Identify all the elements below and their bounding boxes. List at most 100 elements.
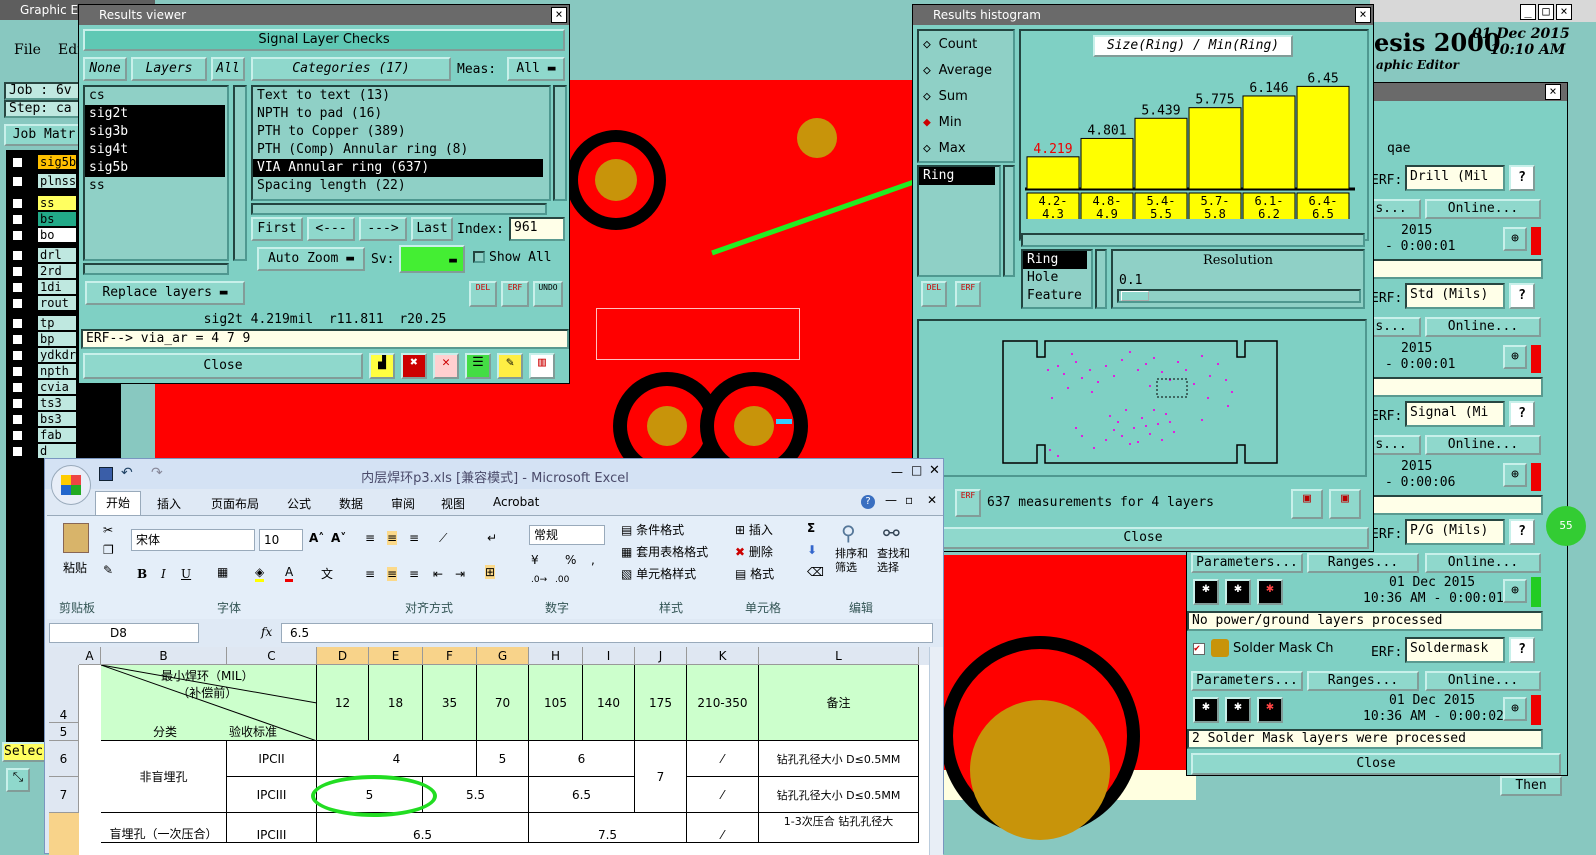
header-diag-cell[interactable]: 最小焊环（MIL） （补偿前） 分类 验收标准	[101, 665, 317, 741]
number-format-select[interactable]: 常规	[529, 525, 605, 545]
help-icon[interactable]: ?	[861, 495, 875, 509]
layer-row[interactable]: cvia	[38, 380, 76, 394]
sheet-vscrollbar[interactable]	[929, 647, 943, 855]
formula-input[interactable]: 6.5	[281, 623, 933, 643]
layer-row[interactable]: rout	[38, 296, 76, 310]
meas-select[interactable]: All ▬	[507, 57, 565, 81]
list-item[interactable]: Ring	[1023, 251, 1087, 269]
layer-row[interactable]: d	[38, 444, 76, 458]
prev-button[interactable]: <---	[307, 217, 355, 241]
border-icon[interactable]: ▦	[217, 565, 228, 579]
layer-row[interactable]: bp	[38, 332, 76, 346]
cell-r6-g[interactable]: 5	[477, 741, 529, 777]
list-item[interactable]: cs	[85, 87, 227, 105]
find-select-icon[interactable]: ⚯	[883, 521, 900, 545]
zoom-button[interactable]: ⊕	[1503, 463, 1527, 487]
header-value[interactable]: 70	[477, 665, 529, 741]
summary-erf-button[interactable]: ERF	[955, 489, 981, 517]
stop-button[interactable]: ✱	[1257, 697, 1283, 723]
tab-view[interactable]: 视图	[441, 495, 465, 512]
last-button[interactable]: Last	[411, 217, 453, 241]
sum-icon[interactable]: Σ	[807, 521, 815, 535]
export-button-2[interactable]: ▣	[1329, 489, 1361, 519]
cell-style-button[interactable]: ▧ 单元格样式	[621, 565, 696, 582]
cell-r7-l[interactable]: 钻孔孔径大小 D≤0.5MM	[759, 777, 919, 813]
tool-icon-4[interactable]: ☰	[465, 353, 491, 379]
del-button[interactable]: DEL	[469, 281, 497, 307]
cell-j[interactable]: 7	[635, 741, 687, 813]
help-button[interactable]: ?	[1509, 165, 1535, 191]
category-list[interactable]: Text to text (13) NPTH to pad (16) PTH t…	[251, 85, 551, 201]
underline-button[interactable]: U	[181, 567, 191, 581]
layer-row[interactable]: npth	[38, 364, 76, 378]
col-header[interactable]: G	[477, 647, 529, 665]
erf-field[interactable]: Soldermask	[1405, 637, 1505, 663]
cell-r8-k[interactable]: ⁄	[687, 813, 759, 843]
align-center-icon[interactable]: ≡	[387, 567, 398, 581]
col-header[interactable]: D	[317, 647, 369, 665]
zoom-button[interactable]: ⊕	[1503, 579, 1527, 603]
help-button[interactable]: ?	[1509, 519, 1535, 545]
category-scrollbar[interactable]	[553, 85, 567, 201]
font-color-icon[interactable]: A	[285, 565, 294, 582]
decimal-inc-icon[interactable]: .0→	[531, 575, 547, 585]
indent-decrease-icon[interactable]: ⇤	[433, 567, 443, 581]
layer-row[interactable]: 1di	[38, 280, 76, 294]
online-button[interactable]: Online...	[1425, 435, 1541, 455]
align-top-icon[interactable]: ≡	[365, 531, 375, 545]
col-header[interactable]: A	[79, 647, 101, 665]
next-button[interactable]: --->	[359, 217, 407, 241]
tab-layout[interactable]: 页面布局	[211, 495, 259, 512]
board-preview[interactable]	[1001, 339, 1283, 467]
histogram-bar[interactable]	[1026, 156, 1080, 190]
currency-icon[interactable]: ¥	[531, 553, 539, 567]
checklist-close-button[interactable]: Close	[1191, 753, 1561, 775]
resolution-slider[interactable]	[1117, 289, 1361, 303]
ribbon-restore-icon[interactable]: ▫	[905, 493, 913, 507]
stop-button[interactable]: ✱	[1257, 579, 1283, 605]
copy-icon[interactable]: ❐	[103, 543, 114, 557]
comma-icon[interactable]: ,	[591, 553, 595, 567]
percent-icon[interactable]: %	[565, 553, 576, 567]
list-item[interactable]: ss	[85, 177, 227, 195]
layer-row[interactable]: fab	[38, 428, 76, 442]
export-button-1[interactable]: ▣	[1291, 489, 1323, 519]
histogram-close-button[interactable]: Close	[917, 527, 1369, 549]
layer-row[interactable]: ts3	[38, 396, 76, 410]
layer-row[interactable]: ss	[38, 196, 76, 210]
layer-row[interactable]: sig5b	[38, 155, 76, 169]
tool-icon-3[interactable]: ✕	[433, 353, 459, 379]
help-button[interactable]: ?	[1509, 283, 1535, 309]
hist-del-button[interactable]: DEL	[921, 281, 947, 307]
option-average[interactable]: ◇ Average	[923, 63, 992, 78]
fill-color-icon[interactable]: ◈	[255, 565, 265, 582]
list-item[interactable]: Ring	[919, 167, 995, 185]
layer-row[interactable]: bs	[38, 212, 76, 226]
then-button[interactable]: Then	[1500, 776, 1562, 796]
close-icon[interactable]: ×	[1556, 4, 1572, 20]
erf-field[interactable]: Signal (Mi	[1405, 401, 1505, 427]
run-button[interactable]: ✱	[1193, 579, 1219, 605]
merge-icon[interactable]: ⊞	[485, 565, 496, 579]
job-matrix-button[interactable]: Job Matr	[4, 124, 84, 146]
cell-r8-b[interactable]: 盲埋孔（一次压合）	[101, 813, 227, 843]
col-header[interactable]: F	[423, 647, 477, 665]
ribbon-min-icon[interactable]: —	[885, 493, 897, 507]
cell-r8-c[interactable]: IPCIII	[227, 813, 317, 843]
font-size-select[interactable]: 10	[259, 529, 303, 551]
maximize-icon[interactable]: □	[1538, 4, 1554, 20]
list-item[interactable]: sig5b	[85, 159, 225, 177]
list-item[interactable]: sig2t	[85, 105, 225, 123]
sort-filter-icon[interactable]: ⚲	[841, 521, 856, 545]
index-field[interactable]: 961	[509, 217, 565, 241]
list-item[interactable]: Text to text (13)	[253, 87, 549, 105]
tab-insert[interactable]: 插入	[157, 495, 181, 512]
online-button[interactable]: Online...	[1425, 199, 1541, 219]
tool-icon-2[interactable]: ✖	[401, 353, 427, 379]
col-header[interactable]: H	[529, 647, 583, 665]
layer-row[interactable]: drl	[38, 248, 76, 262]
option-sum[interactable]: ◇ Sum	[923, 89, 968, 104]
row-category[interactable]: 非盲埋孔	[101, 741, 227, 813]
cell-r7-f[interactable]: 5.5	[423, 777, 529, 813]
header-value[interactable]: 105	[529, 665, 583, 741]
